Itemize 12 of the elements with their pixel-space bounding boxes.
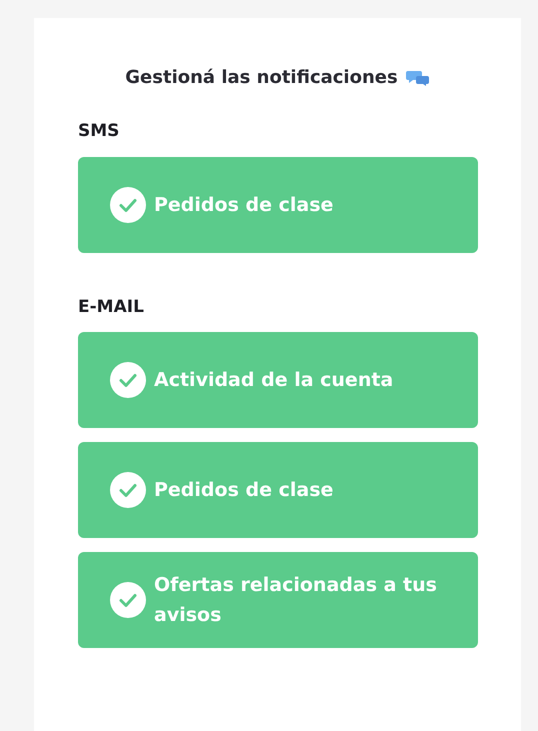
section-label: SMS <box>78 120 120 143</box>
check-circle-icon <box>110 362 146 398</box>
page-title: Gestioná las notificaciones <box>125 66 398 90</box>
notification-toggle[interactable]: Pedidos de clase <box>78 156 478 252</box>
notification-toggle[interactable]: Pedidos de clase <box>78 442 478 538</box>
notification-toggle[interactable]: Actividad de la cuenta <box>78 332 478 428</box>
section-label: E-MAIL <box>78 296 145 318</box>
speech-bubbles-icon <box>406 70 430 86</box>
check-circle-icon <box>110 186 146 222</box>
check-circle-icon <box>110 582 146 618</box>
notification-toggle[interactable]: Ofertas relacionadas a tus avisos <box>78 552 478 648</box>
check-circle-icon <box>110 472 146 508</box>
